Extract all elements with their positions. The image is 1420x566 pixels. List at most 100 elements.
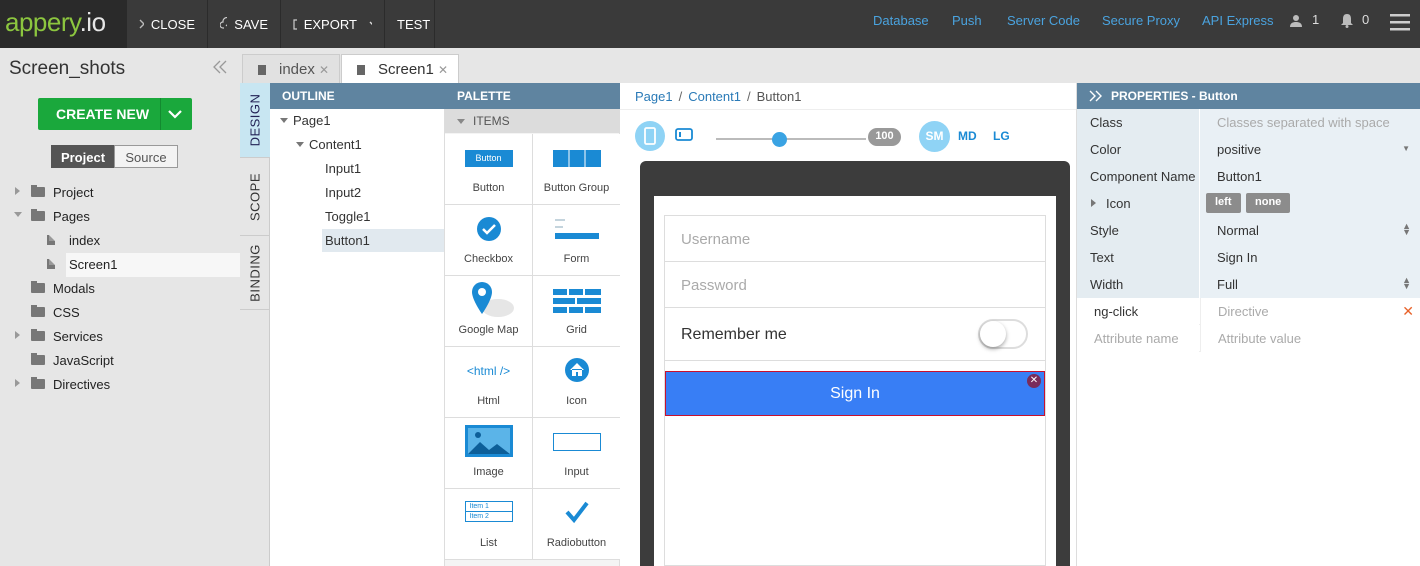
tree-item-directives[interactable]: Directives [53, 377, 110, 392]
tree-item-index[interactable]: index [69, 233, 100, 248]
tab-source[interactable]: Source [114, 145, 178, 168]
tree-item-pages[interactable]: Pages [53, 209, 90, 224]
palette-item-list[interactable]: Item 1 Item 2 List [445, 489, 533, 560]
user-icon[interactable] [1290, 14, 1302, 27]
phone-portrait-icon[interactable] [634, 120, 666, 152]
expand-panel-icon[interactable] [1089, 90, 1103, 102]
breadcrumb-separator: / [678, 89, 683, 104]
tab-screen1[interactable]: Screen1 ✕ [341, 54, 459, 84]
palette-item-html[interactable]: <html /> Html [445, 347, 533, 418]
server-code-link[interactable]: Server Code [1007, 13, 1080, 28]
list-icon-item: Item 1 [465, 502, 512, 512]
outline-node-input1[interactable]: Input1 [325, 161, 361, 176]
palette-item-icon[interactable]: Icon [533, 347, 621, 418]
palette-item-button[interactable]: Button Button [445, 134, 533, 205]
zoom-slider-knob[interactable] [772, 132, 787, 147]
tree-item-modals[interactable]: Modals [53, 281, 95, 296]
palette-item-grid[interactable]: Grid [533, 276, 621, 347]
tab-binding[interactable]: BINDING [240, 236, 270, 310]
tab-design[interactable]: DESIGN [240, 83, 270, 158]
palette-item-form[interactable]: Form [533, 205, 621, 276]
vertical-tab-bar: DESIGN SCOPE BINDING [240, 83, 270, 566]
prop-class-input[interactable]: Classes separated with space [1200, 109, 1420, 136]
create-new-button[interactable]: CREATE NEW [38, 98, 192, 130]
password-input[interactable]: Password [664, 262, 1046, 308]
tab-index[interactable]: index ✕ [242, 54, 340, 84]
home-icon [533, 357, 620, 387]
icon-type-none[interactable]: none [1246, 193, 1291, 213]
breadcrumb-content1[interactable]: Content1 [688, 89, 741, 104]
prop-width-select[interactable]: Full ▲ ▼ [1200, 271, 1420, 298]
export-button[interactable]: EXPORT [281, 0, 385, 48]
attribute-value-input[interactable]: Attribute value [1200, 325, 1420, 352]
palette-item-input[interactable]: Input [533, 418, 621, 489]
push-link[interactable]: Push [952, 13, 982, 28]
hamburger-menu-icon[interactable] [1390, 13, 1410, 31]
test-label: TEST [397, 16, 431, 32]
prop-style-select[interactable]: Normal ▲ ▼ [1200, 217, 1420, 244]
close-tab-icon[interactable]: ✕ [438, 63, 448, 77]
username-input[interactable]: Username [664, 216, 1046, 262]
database-link[interactable]: Database [873, 13, 929, 28]
tree-item-project[interactable]: Project [53, 185, 93, 200]
prop-text-input[interactable]: Sign In [1200, 244, 1420, 271]
zoom-slider-track[interactable] [716, 138, 866, 140]
save-button[interactable]: SAVE [208, 0, 281, 48]
test-dropdown-button[interactable] [435, 0, 465, 48]
outline-node-button1[interactable]: Button1 [325, 233, 370, 248]
remove-component-icon[interactable]: ✕ [1027, 374, 1041, 388]
outline-node-content1[interactable]: Content1 [309, 137, 362, 152]
dropdown-arrow-icon: ▼ [1402, 144, 1410, 153]
test-button[interactable]: TEST [385, 0, 435, 48]
attribute-name-input[interactable]: Attribute name [1077, 325, 1199, 352]
tab-project[interactable]: Project [51, 145, 115, 168]
secure-proxy-link[interactable]: Secure Proxy [1102, 13, 1180, 28]
collapse-caret-icon[interactable] [14, 212, 22, 217]
palette-item-checkbox[interactable]: Checkbox [445, 205, 533, 276]
prop-component-name-input[interactable]: Button1 [1200, 163, 1420, 190]
icon-position-left[interactable]: left [1206, 193, 1241, 213]
tab-scope[interactable]: SCOPE [240, 158, 270, 236]
close-button[interactable]: CLOSE [127, 0, 208, 48]
size-sm-button[interactable]: SM [919, 121, 950, 152]
palette-item-image[interactable]: Image [445, 418, 533, 489]
collapse-panel-icon[interactable] [212, 60, 228, 74]
tree-item-javascript[interactable]: JavaScript [53, 353, 114, 368]
delete-attribute-icon[interactable]: ✕ [1402, 303, 1414, 320]
expand-caret-icon[interactable] [15, 379, 20, 387]
file-icon [47, 259, 55, 269]
outline-node-toggle1[interactable]: Toggle1 [325, 209, 371, 224]
expand-caret-icon[interactable] [1091, 199, 1096, 207]
remember-me-toggle[interactable] [978, 319, 1028, 349]
palette-items-section[interactable]: ITEMS [445, 109, 620, 133]
size-md-button[interactable]: MD [958, 129, 977, 143]
logo-text: appery [5, 7, 80, 37]
palette-label: Google Map [458, 324, 519, 336]
external-link-icon [293, 19, 297, 30]
palette-item-radiobutton[interactable]: Radiobutton [533, 489, 621, 560]
collapse-caret-icon[interactable] [457, 119, 465, 124]
close-tab-icon[interactable]: ✕ [319, 63, 329, 77]
bell-icon[interactable] [1340, 13, 1354, 28]
palette-item-button-group[interactable]: Button Group [533, 134, 621, 205]
collapse-caret-icon[interactable] [296, 142, 304, 147]
size-lg-button[interactable]: LG [993, 129, 1010, 143]
breadcrumb-page1[interactable]: Page1 [635, 89, 673, 104]
prop-color-select[interactable]: positive ▼ [1200, 136, 1420, 163]
collapse-caret-icon[interactable] [280, 118, 288, 123]
appery-logo[interactable]: appery.io [0, 0, 127, 48]
tree-item-screen1[interactable]: Screen1 [69, 257, 117, 272]
expand-caret-icon[interactable] [15, 331, 20, 339]
expand-caret-icon[interactable] [15, 187, 20, 195]
chevron-down-icon[interactable] [167, 108, 183, 120]
tree-item-services[interactable]: Services [53, 329, 103, 344]
phone-landscape-icon[interactable] [675, 128, 693, 141]
palette-item-google-map[interactable]: Google Map [445, 276, 533, 347]
outline-node-page1[interactable]: Page1 [293, 113, 331, 128]
tree-item-css[interactable]: CSS [53, 305, 80, 320]
prop-ng-click-label: ng-click [1077, 298, 1199, 325]
prop-ng-click-input[interactable]: Directive [1200, 298, 1420, 325]
api-express-link[interactable]: API Express [1202, 13, 1274, 28]
sign-in-button[interactable]: Sign In [665, 371, 1045, 416]
outline-node-input2[interactable]: Input2 [325, 185, 361, 200]
